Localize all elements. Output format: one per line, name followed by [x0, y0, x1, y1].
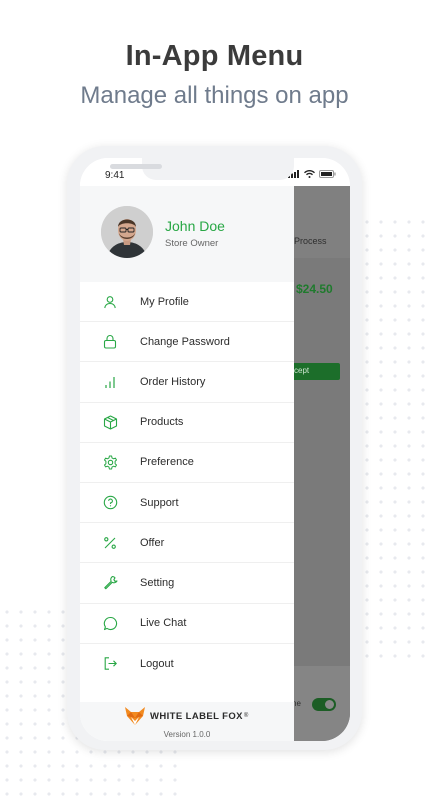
user-name: John Doe: [165, 218, 225, 234]
background-app-header: Process: [294, 186, 350, 258]
navigation-drawer: John Doe Store Owner My Profile Change P…: [80, 186, 294, 741]
bar-chart-icon: [102, 374, 118, 390]
logout-icon: [102, 656, 118, 672]
menu-item-label: Products: [140, 416, 184, 429]
menu-item-order-history[interactable]: Order History: [80, 362, 294, 403]
status-time: 9:41: [105, 170, 125, 181]
menu-item-offer[interactable]: Offer: [80, 523, 294, 564]
page-title: In-App Menu: [125, 40, 304, 72]
phone-notch: [142, 158, 294, 180]
menu-item-label: Offer: [140, 536, 165, 549]
menu-item-label: Setting: [140, 576, 175, 589]
box-icon: [102, 414, 118, 430]
phone-screen: 9:41 Process $24.50 cept ne John Doe Sto…: [80, 158, 350, 741]
menu-item-products[interactable]: Products: [80, 403, 294, 443]
background-accept-button: cept: [290, 363, 340, 380]
background-order-price: $24.50: [296, 282, 333, 296]
battery-icon: [319, 170, 336, 178]
drawer-footer: WHITE LABEL FOX ® Version 1.0.0: [80, 702, 294, 741]
menu-item-setting[interactable]: Setting: [80, 563, 294, 604]
background-app-overlay[interactable]: Process $24.50 cept ne: [290, 186, 350, 741]
menu-item-change-password[interactable]: Change Password: [80, 322, 294, 363]
gear-icon: [102, 454, 118, 470]
menu-item-support[interactable]: Support: [80, 483, 294, 524]
menu-item-label: Change Password: [140, 335, 230, 348]
drawer-menu: My Profile Change Password Order History…: [80, 282, 294, 684]
app-version: Version 1.0.0: [163, 730, 211, 739]
wifi-icon: [304, 170, 315, 178]
fox-logo-icon: [125, 707, 145, 725]
brand-logo: WHITE LABEL FOX ®: [124, 706, 248, 726]
menu-item-label: My Profile: [140, 295, 189, 308]
status-icons: [288, 170, 336, 178]
user-icon: [102, 294, 118, 310]
menu-item-logout[interactable]: Logout: [80, 644, 294, 684]
menu-item-preference[interactable]: Preference: [80, 443, 294, 483]
lock-icon: [102, 334, 118, 350]
chat-bubble-icon: [102, 615, 118, 631]
avatar: [101, 206, 153, 258]
wrench-icon: [102, 575, 118, 591]
menu-item-label: Support: [140, 496, 179, 509]
menu-item-label: Order History: [140, 375, 206, 388]
avatar-photo-icon: [101, 206, 153, 258]
menu-item-label: Live Chat: [140, 617, 187, 630]
background-column-header: Process: [294, 236, 327, 246]
phone-speaker: [110, 164, 162, 169]
brand-name: WHITE LABEL FOX: [150, 710, 243, 722]
background-bottom-bar: ne: [292, 666, 350, 741]
menu-item-label: Logout: [140, 657, 174, 670]
menu-item-label: Preference: [140, 456, 194, 469]
drawer-profile-header[interactable]: John Doe Store Owner: [80, 186, 294, 282]
brand-trademark: ®: [243, 713, 249, 719]
decorative-dot-grid-right: [360, 215, 429, 665]
background-online-toggle: [312, 698, 336, 711]
menu-item-my-profile[interactable]: My Profile: [80, 282, 294, 323]
user-role: Store Owner: [165, 238, 219, 249]
help-circle-icon: [102, 495, 118, 511]
page-subtitle: Manage all things on app: [80, 82, 349, 109]
percent-icon: [102, 535, 118, 551]
background-accept-label: cept: [294, 366, 310, 375]
menu-item-live-chat[interactable]: Live Chat: [80, 604, 294, 644]
